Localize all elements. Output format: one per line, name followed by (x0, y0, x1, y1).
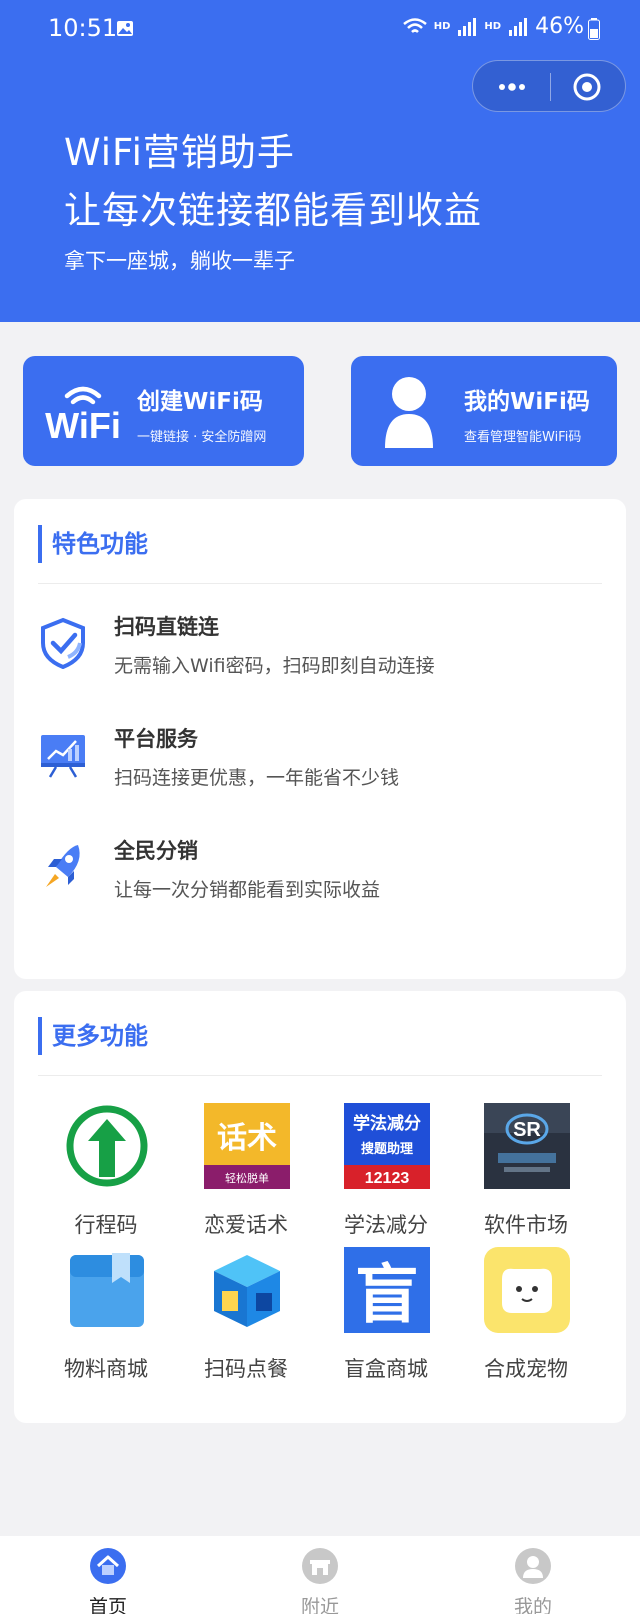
feature-title: 全民分销 (114, 839, 198, 863)
feature-desc: 扫码连接更优惠，一年能省不少钱 (114, 767, 400, 789)
grid-item-label: 软件市场 (484, 1213, 568, 1237)
my-wifi-code-button[interactable]: 我的WiFi码 查看管理智能WiFi码 (351, 356, 617, 466)
profile-icon (515, 1548, 551, 1584)
bottom-tab-bar: 首页 附近 我的 (0, 1536, 640, 1614)
status-indicators: HD HD 46% (402, 14, 584, 39)
tab-mine[interactable]: 我的 (488, 1544, 578, 1614)
tab-label: 附近 (300, 1596, 339, 1614)
mini-program-capsule (472, 60, 626, 112)
feature-item-scan-connect[interactable]: 扫码直链连 无需输入Wifi密码，扫码即刻自动连接 (38, 611, 598, 691)
battery-icon (588, 18, 600, 40)
grid-item-label: 学法减分 (344, 1213, 428, 1237)
box-icon (70, 1253, 144, 1327)
features-heading: 特色功能 (38, 525, 148, 563)
icon-text: SR (513, 1119, 541, 1141)
wifi-signal-icon (402, 17, 427, 33)
battery-level: 46% (535, 14, 584, 39)
my-wifi-subtitle: 查看管理智能WiFi码 (464, 430, 582, 445)
hero-subtitle: 拿下一座城，躺收一辈子 (64, 249, 295, 273)
chart-board-icon (41, 735, 85, 778)
status-time: 10:51 (48, 14, 118, 42)
close-target-icon[interactable] (571, 71, 603, 103)
grid-item-love-talk[interactable]: 话术 轻松脱单 恋爱话术 (186, 1103, 306, 1237)
feature-item-distribution[interactable]: 全民分销 让每一次分销都能看到实际收益 (38, 835, 598, 915)
nearby-shop-icon (302, 1548, 338, 1584)
software-market-icon: SR (484, 1103, 570, 1189)
up-arrow-circle-icon (66, 1105, 148, 1187)
grid-item-blind-box[interactable]: 盲 盲盒商城 (326, 1247, 446, 1381)
grid-item-scan-order[interactable]: 扫码点餐 (186, 1247, 306, 1381)
feature-desc: 无需输入Wifi密码，扫码即刻自动连接 (114, 655, 435, 677)
grid-item-software-market[interactable]: SR 软件市场 (466, 1103, 586, 1237)
grid-item-travel-code[interactable]: 行程码 (46, 1103, 166, 1237)
create-wifi-code-button[interactable]: WiFi 创建WiFi码 一键链接 · 安全防蹭网 (23, 356, 304, 466)
create-wifi-title: 创建WiFi码 (137, 389, 263, 415)
features-panel: 特色功能 扫码直链连 无需输入Wifi密码，扫码即刻自动连接 平台服务 扫码连接… (14, 499, 626, 979)
grid-item-traffic-law[interactable]: 学法减分 搜题助理 12123 学法减分 (326, 1103, 446, 1237)
icon-subtext: 搜题助理 (361, 1141, 413, 1157)
hd-label: HD (433, 21, 451, 32)
traffic-law-icon: 学法减分 搜题助理 12123 (344, 1103, 430, 1189)
capsule-divider (550, 73, 551, 101)
feature-item-platform-service[interactable]: 平台服务 扫码连接更优惠，一年能省不少钱 (38, 723, 598, 803)
rocket-icon (46, 845, 80, 887)
tab-label: 首页 (88, 1596, 127, 1614)
home-icon (90, 1548, 126, 1584)
tab-nearby[interactable]: 附近 (275, 1544, 365, 1614)
grid-item-label: 物料商城 (64, 1357, 148, 1381)
more-functions-panel: 更多功能 行程码 话术 轻松脱单 恋爱话术 学法减分 搜题助理 12123 学法… (14, 991, 626, 1423)
create-wifi-subtitle: 一键链接 · 安全防蹭网 (137, 430, 267, 445)
icon-text: 话术 (217, 1121, 277, 1156)
feature-desc: 让每一次分销都能看到实际收益 (114, 879, 381, 901)
feature-title: 扫码直链连 (114, 615, 219, 639)
more-heading: 更多功能 (38, 1017, 148, 1055)
wifi-logo-text: WiFi (45, 405, 121, 442)
my-wifi-title: 我的WiFi码 (464, 389, 590, 415)
icon-text: 学法减分 (353, 1113, 421, 1134)
store-icon (214, 1255, 280, 1327)
cell-signal-icon (509, 17, 528, 36)
grid-item-label: 恋爱话术 (204, 1213, 288, 1237)
grid-item-label: 盲盒商城 (344, 1357, 428, 1381)
icon-text: 盲 (355, 1259, 419, 1333)
more-dots-icon[interactable] (495, 75, 529, 99)
blind-box-icon: 盲 (344, 1247, 430, 1333)
divider (38, 1075, 602, 1076)
user-icon (385, 377, 433, 448)
grid-item-label: 行程码 (74, 1213, 138, 1237)
tab-label: 我的 (513, 1596, 552, 1614)
pet-icon (484, 1247, 570, 1333)
shield-check-icon (41, 617, 85, 669)
grid-item-material-mall[interactable]: 物料商城 (46, 1247, 166, 1381)
grid-item-pet[interactable]: 合成宠物 (466, 1247, 586, 1381)
icon-subtext: 轻松脱单 (225, 1171, 269, 1185)
image-notification-icon (117, 21, 133, 36)
tab-home[interactable]: 首页 (63, 1544, 153, 1614)
hd-label: HD (484, 21, 502, 32)
icon-number: 12123 (365, 1170, 410, 1187)
hero-title: WiFi营销助手 (64, 131, 295, 174)
love-talk-icon: 话术 轻松脱单 (204, 1103, 290, 1189)
hero-header: 10:51 HD HD 46% WiFi营销助手 让每次链接都能看到收益 拿下一… (0, 0, 640, 322)
hero-tagline: 让每次链接都能看到收益 (64, 189, 482, 232)
status-bar: 10:51 HD HD 46% (0, 0, 640, 58)
grid-item-label: 扫码点餐 (204, 1357, 288, 1381)
feature-title: 平台服务 (114, 727, 198, 751)
cell-signal-icon (458, 17, 477, 36)
divider (38, 583, 602, 584)
grid-item-label: 合成宠物 (484, 1357, 568, 1381)
wifi-logo-icon: WiFi (45, 386, 121, 442)
